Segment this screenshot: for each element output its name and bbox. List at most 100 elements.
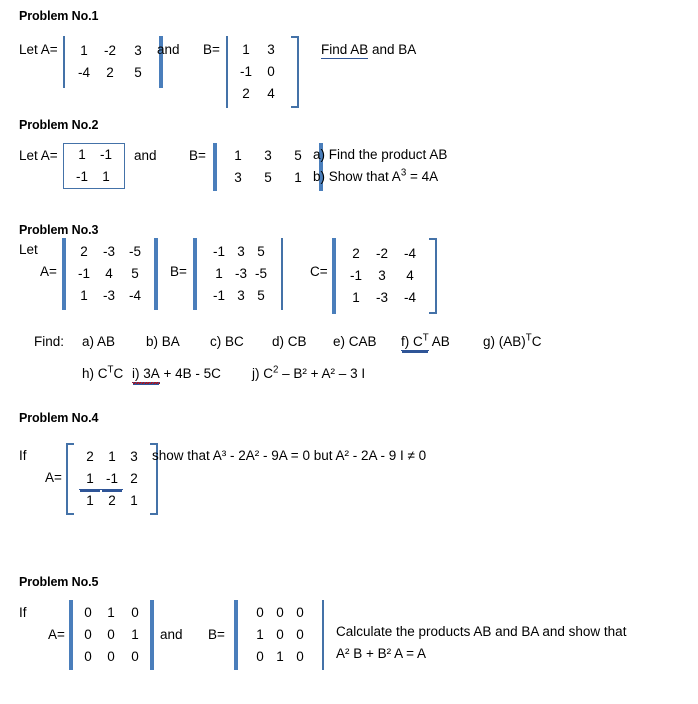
matrix-cell: 2	[242, 86, 250, 101]
matrix-cell: 0	[296, 649, 304, 664]
matrix-cell: 2	[108, 493, 116, 508]
problem-3-item-f-text: f) C	[401, 334, 423, 349]
problem-3-item-f-underlined: f) CT	[401, 333, 429, 351]
problem-1-b-label: B=	[203, 42, 220, 57]
matrix-right-bracket	[428, 238, 437, 314]
matrix-rows: 0 0 0 1 0 0 0 1 0	[238, 600, 322, 670]
matrix-cell: -1	[99, 147, 112, 162]
problem-1-task: Find AB and BA	[321, 42, 417, 59]
problem-2-matrix-b: 1 3 5 3 5 1	[213, 143, 323, 191]
problem-4-matrix-a: 2 1 3 1 -1 2 1 2 1	[66, 443, 158, 515]
matrix-cell: 1	[86, 493, 94, 508]
matrix-rows: 0 1 0 0 0 1 0 0 0	[73, 600, 150, 670]
matrix-cell: 4	[105, 266, 113, 281]
matrix-rows: 1 3 -1 0 2 4	[228, 36, 290, 108]
matrix-cell: -1	[101, 468, 123, 490]
matrix-row: 2 -2 -4	[344, 243, 424, 265]
problem-3-find-label: Find:	[34, 334, 65, 349]
problem-2-item-b-pre: b) Show that A	[313, 169, 401, 184]
matrix-cell: -5	[128, 244, 141, 259]
matrix-cell: 0	[84, 627, 92, 642]
matrix-cell: 0	[107, 649, 115, 664]
matrix-cell: 0	[84, 649, 92, 664]
matrix-row: 1 -2 3	[71, 40, 153, 62]
matrix-cell: 0	[131, 605, 139, 620]
problem-3-matrix-a: 2 -3 -5 -1 4 5 1 -3 -4	[62, 238, 158, 310]
matrix-cell: 1	[107, 605, 115, 620]
problem-5-matrix-a: 0 1 0 0 0 1 0 0 0	[69, 600, 154, 670]
matrix-right-bar	[150, 600, 154, 670]
matrix-cell: 1	[131, 627, 139, 642]
problem-3-c-label: C=	[310, 264, 328, 279]
problem-2-item-b: b) Show that A3 = 4A	[313, 168, 439, 184]
problem-3-item-g-after: C	[531, 334, 542, 349]
problem-5-b-label: B=	[208, 627, 225, 642]
problem-3-item-h: h) CTC	[82, 365, 124, 381]
matrix-cell: 5	[264, 170, 272, 185]
matrix-left-bracket	[66, 443, 75, 515]
matrix-row: -1 3 5	[207, 241, 271, 263]
matrix-rows: 1 -2 3 -4 2 5	[65, 36, 159, 88]
matrix-cell: 1	[130, 493, 138, 508]
matrix-row: 3 5 1	[223, 167, 313, 189]
matrix-cell: -1	[239, 64, 252, 79]
matrix-row: 0 1 0	[250, 646, 310, 668]
matrix-cell: -4	[403, 290, 416, 305]
matrix-row: 0 0 0	[77, 646, 147, 668]
matrix-row: 1 -3 -4	[344, 287, 424, 309]
problem-2-heading: Problem No.2	[19, 118, 99, 132]
problem-3-item-h-after: C	[113, 366, 124, 381]
matrix-cell: 3	[234, 170, 242, 185]
problem-3-item-i: i) 3A + 4B - 5C	[132, 366, 221, 383]
problem-2-item-b-post: = 4A	[406, 169, 439, 184]
problem-1-matrix-a: 1 -2 3 -4 2 5	[63, 36, 163, 88]
matrix-cell: 0	[256, 605, 264, 620]
matrix-row: -4 2 5	[71, 62, 153, 84]
matrix-cell: 0	[296, 627, 304, 642]
problem-3-item-e: e) CAB	[333, 334, 377, 349]
problem-3-matrix-c: 2 -2 -4 -1 3 4 1 -3 -4	[332, 238, 437, 314]
problem-3-heading: Problem No.3	[19, 223, 99, 237]
matrix-row: 0 0 0	[250, 602, 310, 624]
problem-3-item-g: g) (AB)TC	[483, 333, 542, 349]
matrix-cell: 3	[378, 268, 386, 283]
matrix-row: 2 4	[234, 83, 284, 105]
problem-3-item-a: a) AB	[82, 334, 116, 349]
matrix-cell: 4	[406, 268, 414, 283]
matrix-cell: 0	[131, 649, 139, 664]
matrix-cell: -3	[102, 288, 115, 303]
matrix-cell: -1	[75, 169, 88, 184]
matrix-cell: -5	[254, 266, 267, 281]
problem-1-heading: Problem No.1	[19, 9, 99, 23]
matrix-cell: -4	[128, 288, 141, 303]
problem-5-task-line-2: A² B + B² A = A	[336, 646, 427, 661]
problem-3-let-label: Let	[19, 242, 38, 257]
matrix-row: -1 3 5	[207, 285, 271, 307]
matrix-cell: 1	[79, 468, 101, 490]
matrix-row: 1 -3 -4	[72, 285, 148, 307]
problem-3-item-j: j) C2 – B² + A² – 3 I	[252, 365, 365, 381]
matrix-cell: 4	[267, 86, 275, 101]
problem-1-task-rest: and BA	[368, 42, 417, 57]
problem-3-item-j-text: j) C	[252, 366, 273, 381]
matrix-row: 1 3	[234, 39, 284, 61]
matrix-cell: 1	[102, 169, 110, 184]
matrix-row: 1 -1 2	[79, 468, 145, 490]
matrix-cell: 3	[267, 42, 275, 57]
matrix-cell: -1	[212, 244, 225, 259]
matrix-cell: 5	[294, 148, 302, 163]
matrix-cell: 0	[267, 64, 275, 79]
problem-2-and-label: and	[134, 148, 157, 163]
problem-2-item-a: a) Find the product AB	[313, 147, 448, 162]
matrix-cell: -2	[103, 43, 116, 58]
problem-2-b-label: B=	[189, 148, 206, 163]
matrix-row: 0 0 1	[77, 624, 147, 646]
matrix-cell: 0	[256, 649, 264, 664]
matrix-cell: 0	[84, 605, 92, 620]
matrix-cell: 3	[237, 288, 245, 303]
matrix-cell: 2	[106, 65, 114, 80]
problem-4-a-label: A=	[45, 470, 62, 485]
matrix-cell: 1	[80, 288, 88, 303]
matrix-cell: 5	[257, 288, 265, 303]
problem-1-let-a-label: Let A=	[19, 42, 58, 57]
